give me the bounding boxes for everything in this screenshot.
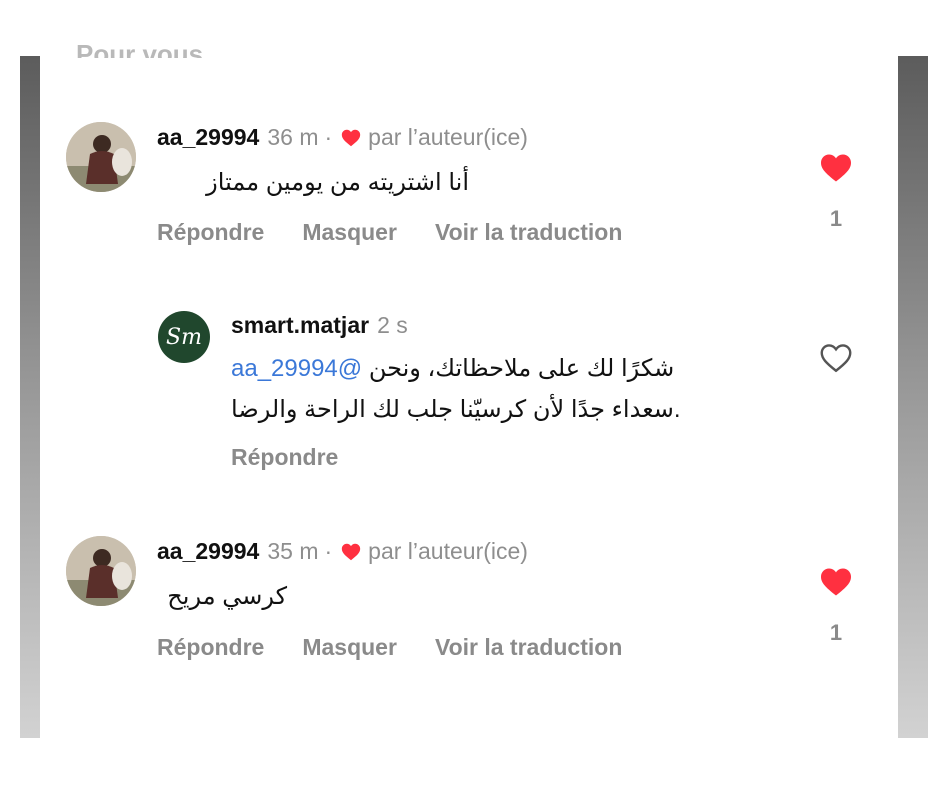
- username[interactable]: aa_29994: [157, 124, 259, 151]
- translate-button[interactable]: Voir la traduction: [435, 219, 622, 246]
- mention-link[interactable]: @aa_29994: [231, 355, 362, 382]
- like-count: 1: [829, 206, 843, 231]
- reply-text-line-2: .سعداء جدًا لأن كرسيّنا جلب لك الراحة وا…: [231, 396, 681, 423]
- separator: ·: [324, 538, 333, 564]
- separator: ·: [324, 124, 333, 150]
- comment-actions: Répondre Masquer Voir la traduction: [157, 634, 622, 661]
- comment-text: أنا اشتريته من يومين ممتاز: [206, 169, 469, 196]
- comment-actions: Répondre: [231, 444, 338, 471]
- comment-actions: Répondre Masquer Voir la traduction: [157, 219, 622, 246]
- comment-meta: smart.matjar 2 s: [231, 312, 408, 339]
- heart-filled-icon: [341, 543, 361, 560]
- avatar-photo-icon: [66, 536, 136, 606]
- comment-meta: aa_29994 35 m · par l’auteur(ice): [157, 538, 528, 565]
- cutoff-header-text: Pour vous: [76, 39, 204, 58]
- brand-avatar[interactable]: Sm: [158, 311, 210, 363]
- reply-button[interactable]: Répondre: [157, 219, 264, 246]
- avatar-photo-icon: [66, 122, 136, 192]
- hide-button[interactable]: Masquer: [302, 219, 397, 246]
- timestamp: 2 s: [377, 312, 408, 338]
- timestamp: 35 m: [267, 538, 319, 564]
- reply-text-part: شكرًا لك على ملاحظاتك، ونحن: [368, 355, 675, 382]
- right-frame-bar: [898, 56, 928, 738]
- avatar[interactable]: [66, 536, 136, 606]
- reply-button[interactable]: Répondre: [157, 634, 264, 661]
- username[interactable]: aa_29994: [157, 538, 259, 565]
- liked-by-author-label: par l’auteur(ice): [368, 538, 528, 564]
- heart-filled-icon[interactable]: [818, 564, 854, 600]
- comment-meta: aa_29994 36 m · par l’auteur(ice): [157, 124, 528, 151]
- comment-text: كرسي مريح: [167, 583, 287, 610]
- avatar-initials: Sm: [166, 324, 202, 350]
- heart-filled-icon[interactable]: [818, 150, 854, 186]
- translate-button[interactable]: Voir la traduction: [435, 634, 622, 661]
- hide-button[interactable]: Masquer: [302, 634, 397, 661]
- left-frame-bar: [20, 56, 40, 738]
- reply-text-line-1: شكرًا لك على ملاحظاتك، ونحن @aa_29994: [231, 354, 771, 383]
- avatar[interactable]: [66, 122, 136, 192]
- reply-button[interactable]: Répondre: [231, 444, 338, 471]
- timestamp: 36 m: [267, 124, 319, 150]
- liked-by-author-label: par l’auteur(ice): [368, 124, 528, 150]
- like-count: 1: [829, 620, 843, 645]
- heart-outline-icon[interactable]: [818, 340, 854, 376]
- heart-filled-icon: [341, 129, 361, 146]
- username[interactable]: smart.matjar: [231, 312, 369, 339]
